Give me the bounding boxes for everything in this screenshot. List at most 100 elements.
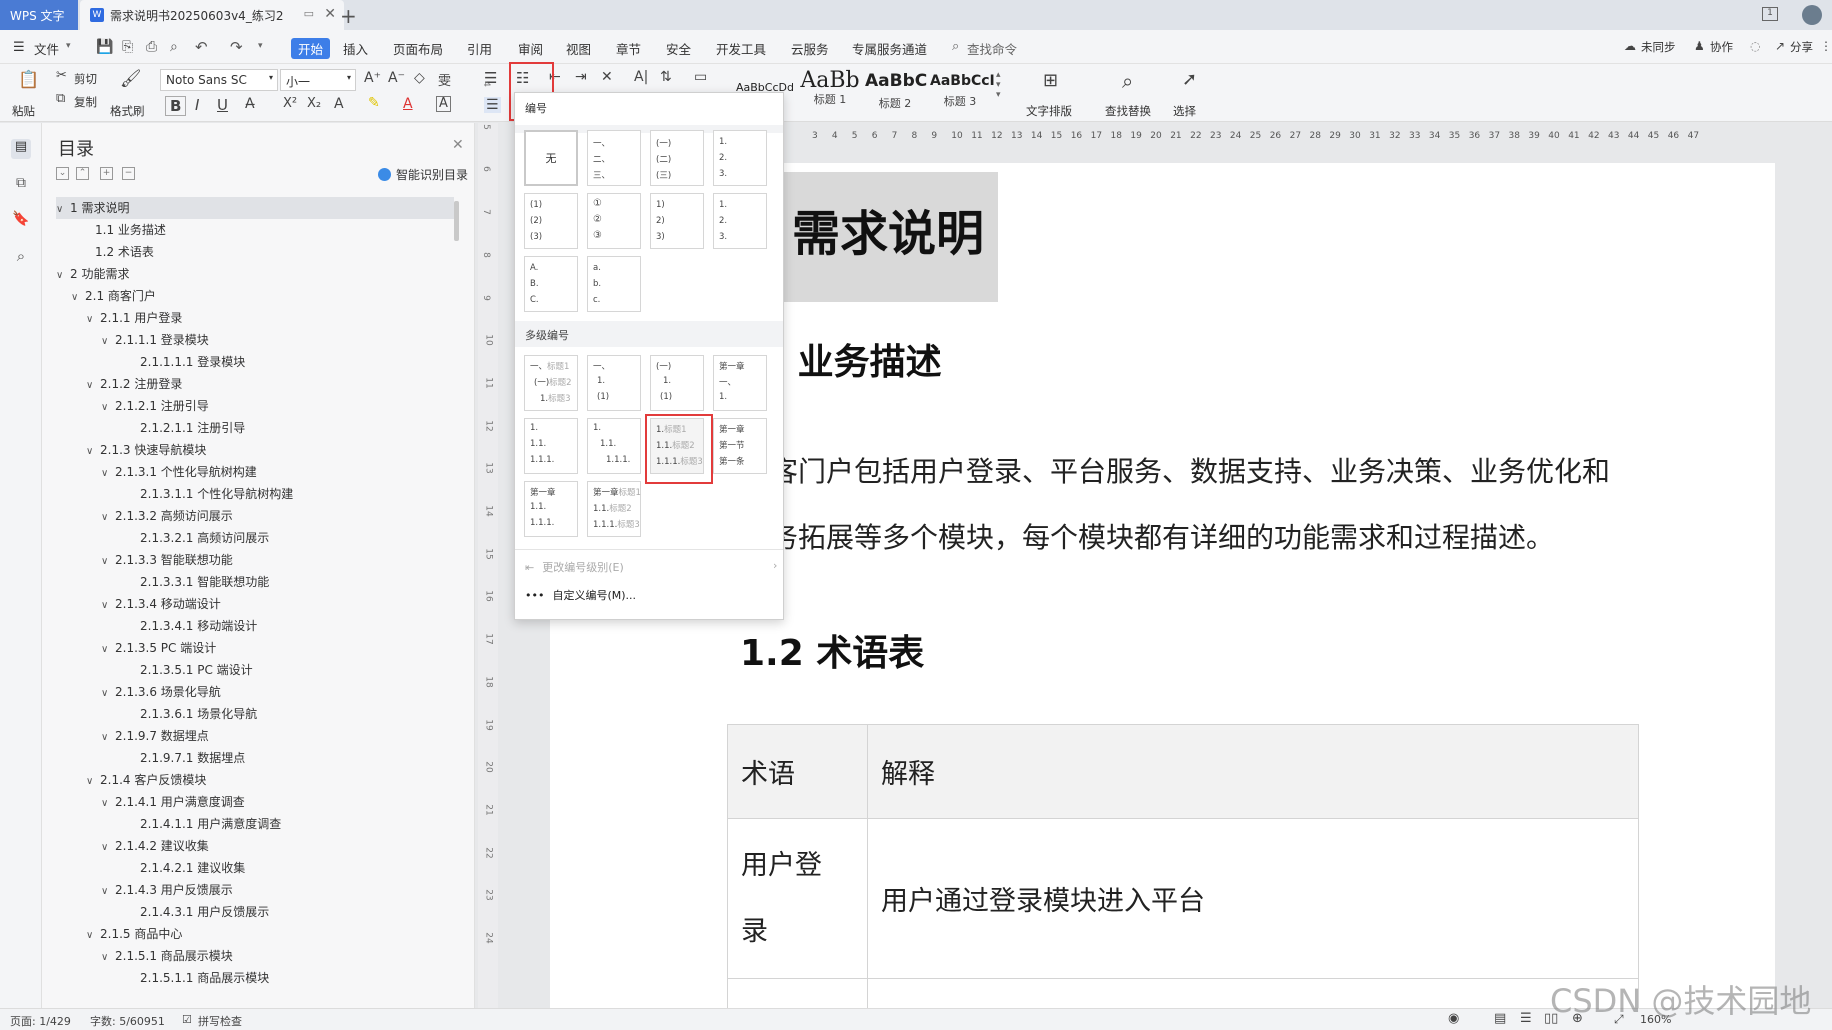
page-count[interactable]: 页面: 1/429	[10, 1013, 71, 1029]
numbering-tile-decimal-2[interactable]: 1. 2. 3.	[713, 193, 767, 249]
chevron-down-icon[interactable]: ∨	[101, 793, 115, 815]
toc-item[interactable]: 2.1.3.1.1 个性化导航树构建	[56, 483, 454, 505]
chevron-down-icon[interactable]: ∨	[101, 837, 115, 859]
toc-item[interactable]: 2.1.5.1.1 商品展示模块	[56, 967, 454, 989]
toc-item[interactable]: ∨ 1 需求说明	[56, 197, 454, 219]
numbering-none-tile[interactable]: 无	[524, 130, 578, 186]
print-icon[interactable]: ⎙	[146, 39, 157, 55]
copy-icon[interactable]: ⧉	[56, 91, 65, 106]
multilevel-tile-4[interactable]: 第一章 一、 1.	[713, 355, 767, 411]
numbering-tile-chinese-paren[interactable]: (一) (二) (三)	[650, 130, 704, 186]
numbering-tile-circled[interactable]: ①②③	[587, 193, 641, 249]
numbering-tile-upper-alpha[interactable]: A. B. C.	[524, 256, 578, 312]
more-icon[interactable]: ⋮	[1820, 39, 1832, 53]
chevron-down-icon[interactable]: ∨	[101, 595, 115, 617]
toc-add-icon[interactable]: +	[100, 167, 113, 180]
menu-security[interactable]: 安全	[666, 39, 691, 58]
chevron-down-icon[interactable]: ∨	[86, 771, 100, 793]
superscript-icon[interactable]: X²	[283, 96, 297, 111]
toc-item[interactable]: 2.1.3.5.1 PC 端设计	[56, 659, 454, 681]
menu-chapter[interactable]: 章节	[616, 39, 641, 58]
eye-protect-icon[interactable]: ◉	[1448, 1011, 1459, 1026]
search-command[interactable]: 查找命令	[967, 39, 1017, 58]
table-cell-term[interactable]: 用户登录	[727, 818, 868, 979]
toc-item[interactable]: 2.1.2.1.1 注册引导	[56, 417, 454, 439]
spell-check-icon[interactable]: ☑	[182, 1013, 192, 1026]
word-count[interactable]: 字数: 5/60951	[90, 1013, 165, 1029]
cloud-icon[interactable]: ☁	[1624, 39, 1636, 53]
chevron-down-icon[interactable]: ∨	[101, 881, 115, 903]
bookmark-rail-icon[interactable]: 🔖	[11, 211, 31, 231]
collab-icon[interactable]: ♟	[1694, 39, 1705, 53]
multilevel-tile-6[interactable]: 1. 1.1. 1.1.1.	[587, 418, 641, 474]
toc-item[interactable]: ∨ 2.1.2.1 注册引导	[56, 395, 454, 417]
share-button[interactable]: 分享	[1790, 39, 1813, 55]
toc-collapse-all-icon[interactable]: ⌄	[56, 167, 69, 180]
format-painter-icon[interactable]: 🖌	[120, 69, 142, 89]
sort-icon[interactable]: ⇅	[660, 69, 672, 85]
spell-check[interactable]: 拼写检查	[198, 1013, 242, 1029]
toc-item[interactable]: 2.1.4.3.1 用户反馈展示	[56, 901, 454, 923]
toc-item[interactable]: 2.1.1.1.1 登录模块	[56, 351, 454, 373]
undo-icon[interactable]: ↶	[195, 38, 208, 56]
chevron-down-icon[interactable]: ∨	[101, 463, 115, 485]
subscript-icon[interactable]: X₂	[307, 96, 321, 111]
pages-rail-icon[interactable]: ⧉	[11, 175, 31, 195]
toc-item[interactable]: ∨ 2.1.4.1 用户满意度调查	[56, 791, 454, 813]
toc-item[interactable]: ∨ 2.1.9.7 数据埋点	[56, 725, 454, 747]
toc-item[interactable]: ∨ 2.1.5 商品中心	[56, 923, 454, 945]
toc-item[interactable]: 1.2 术语表	[56, 241, 454, 263]
table-header-term[interactable]: 术语	[727, 724, 868, 819]
select-icon[interactable]: ➚	[1182, 69, 1197, 90]
smart-toc-button[interactable]: 智能识别目录	[378, 166, 468, 183]
multilevel-tile-3[interactable]: (一) 1. (1)	[650, 355, 704, 411]
sync-status[interactable]: 未同步	[1641, 39, 1676, 55]
toc-item[interactable]: 2.1.9.7.1 数据埋点	[56, 747, 454, 769]
numbering-tile-lower-alpha[interactable]: a. b. c.	[587, 256, 641, 312]
multilevel-tile-5[interactable]: 1. 1.1. 1.1.1.	[524, 418, 578, 474]
toc-item[interactable]: ∨ 2.1.1.1 登录模块	[56, 329, 454, 351]
style-heading3[interactable]: AaBbCcI 标题 3	[930, 68, 995, 116]
multilevel-tile-1[interactable]: 一、标题1 (一)标题2 1.标题3	[524, 355, 578, 411]
menu-view[interactable]: 视图	[566, 39, 591, 58]
font-select[interactable]: Noto Sans SC ▾	[160, 69, 278, 91]
minimize-tab-icon[interactable]: ▭	[304, 7, 314, 20]
underline-icon[interactable]: U	[217, 96, 228, 114]
increase-indent-icon[interactable]: ⇥	[575, 69, 587, 85]
toc-scrollbar[interactable]	[454, 201, 459, 241]
bold-icon[interactable]: B	[165, 96, 187, 116]
chevron-down-icon[interactable]: ∨	[101, 331, 115, 353]
pinyin-icon[interactable]: 雯	[438, 70, 451, 89]
print-preview-icon[interactable]: ⌕	[170, 39, 178, 55]
text-effect-icon[interactable]: A	[334, 96, 344, 112]
toc-item[interactable]: ∨ 2.1.3.5 PC 端设计	[56, 637, 454, 659]
close-tab-icon[interactable]: ✕	[324, 6, 336, 22]
page-view-icon[interactable]: ▤	[1494, 1011, 1506, 1026]
numbering-tile-decimal[interactable]: 1. 2. 3.	[713, 130, 767, 186]
export-pdf-icon[interactable]: ⎘	[122, 39, 133, 55]
paragraph-line-1[interactable]: 客门户包括用户登录、平台服务、数据支持、业务决策、业务优化和	[770, 450, 1610, 490]
search-icon[interactable]: ⌕	[952, 39, 959, 54]
table-cell-empty[interactable]	[867, 978, 1639, 1009]
menu-start[interactable]: 开始	[291, 38, 331, 59]
multilevel-tile-8[interactable]: 第一章 1.1. 1.1.1.	[524, 481, 578, 537]
chevron-down-icon[interactable]: ∨	[101, 507, 115, 529]
menu-review[interactable]: 审阅	[518, 39, 543, 58]
redo-icon[interactable]: ↷	[230, 38, 243, 56]
menu-exclusive[interactable]: 专属服务通道	[852, 39, 927, 58]
chevron-down-icon[interactable]: ∨	[86, 925, 100, 947]
custom-numbering-menu-item[interactable]: ••• 自定义编号(M)...	[525, 587, 636, 603]
highlight-icon[interactable]: ✎	[368, 95, 380, 111]
toc-item[interactable]: ∨ 2.1.4.3 用户反馈展示	[56, 879, 454, 901]
chevron-down-icon[interactable]: ∨	[101, 397, 115, 419]
chevron-down-icon[interactable]: ∨	[101, 727, 115, 749]
decrease-font-icon[interactable]: A⁻	[388, 70, 405, 86]
style-heading1[interactable]: AaBb 标题 1	[800, 68, 860, 116]
select-label[interactable]: 选择	[1173, 103, 1196, 119]
toc-item[interactable]: 2.1.3.2.1 高频访问展示	[56, 527, 454, 549]
heading-title[interactable]: 需求说明	[780, 172, 998, 302]
collab-button[interactable]: 协作	[1710, 39, 1733, 55]
toc-item[interactable]: ∨ 2.1.4.2 建议收集	[56, 835, 454, 857]
chevron-down-icon[interactable]: ∨	[101, 947, 115, 969]
comment-icon[interactable]: ◌	[1750, 39, 1760, 53]
